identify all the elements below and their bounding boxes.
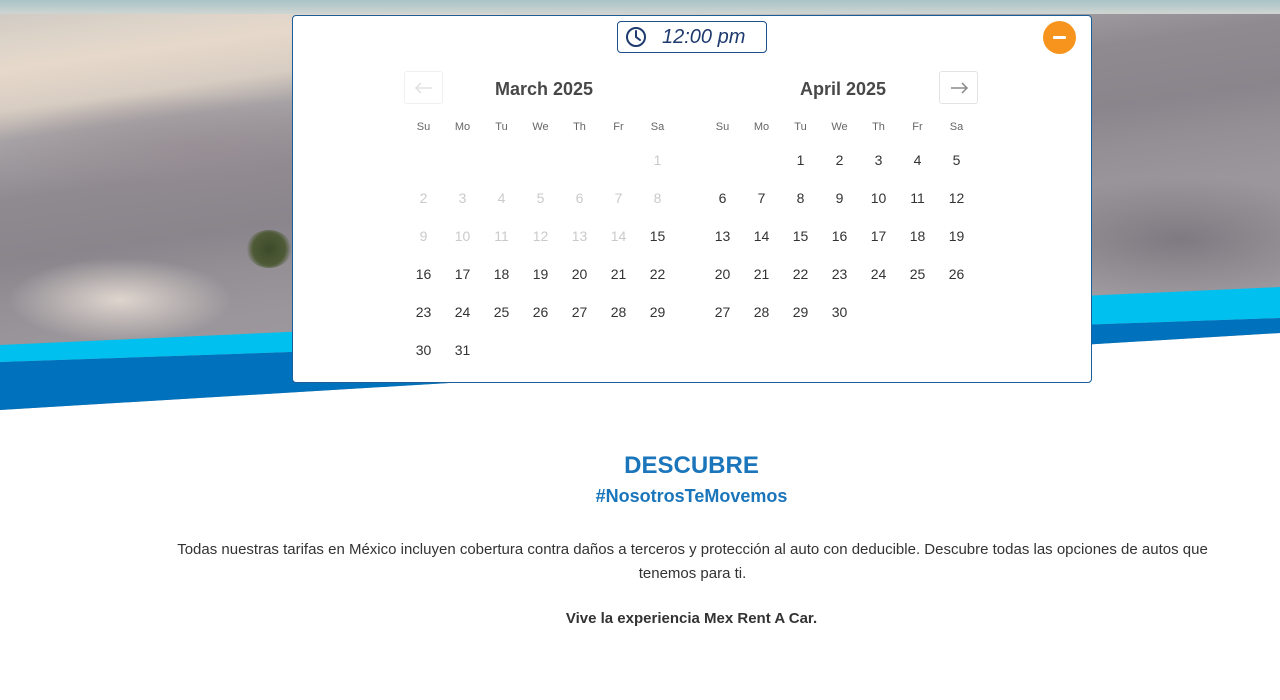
month-title: March 2025 — [494, 79, 594, 99]
calendar-day: 10 — [454, 228, 471, 244]
calendar-day[interactable]: 26 — [937, 255, 976, 293]
hashtag-row: #NosotrosTeMovemos — [0, 486, 1280, 507]
calendar-day[interactable]: 27 — [560, 293, 599, 331]
minus-icon — [1053, 36, 1066, 39]
date-picker-panel: 12:00 pm March 2025 Su Mo Tu We Th Fr Sa 12345… — [292, 15, 1092, 383]
calendar-day[interactable]: 28 — [742, 293, 781, 331]
calendar-day[interactable]: 10 — [859, 179, 898, 217]
calendar-day[interactable]: 24 — [443, 293, 482, 331]
calendar-day[interactable]: 31 — [443, 331, 482, 369]
calendar-day: 6 — [575, 190, 584, 206]
calendar-day[interactable]: 9 — [820, 179, 859, 217]
calendar-day: 3 — [458, 190, 467, 206]
calendar-day[interactable]: 3 — [859, 141, 898, 179]
weekday-label: Su — [416, 121, 431, 133]
weekday-label: Sa — [949, 121, 964, 133]
clock-icon — [626, 27, 646, 47]
calendar-day[interactable]: 25 — [898, 255, 937, 293]
section-tagline: Vive la experiencia Mex Rent A Car. — [565, 610, 818, 627]
calendar-day[interactable]: 5 — [937, 141, 976, 179]
calendar-day[interactable]: 29 — [638, 293, 677, 331]
calendar-day[interactable]: 18 — [482, 255, 521, 293]
calendar-day[interactable]: 23 — [404, 293, 443, 331]
calendar-day: 2 — [419, 190, 428, 206]
calendar-day[interactable]: 2 — [820, 141, 859, 179]
calendar-day[interactable]: 21 — [599, 255, 638, 293]
calendar-day[interactable]: 7 — [742, 179, 781, 217]
calendar-day[interactable]: 25 — [482, 293, 521, 331]
calendar-day[interactable]: 19 — [521, 255, 560, 293]
weekday-label: Fr — [912, 121, 923, 133]
calendar-day[interactable]: 17 — [859, 217, 898, 255]
month-march: March 2025 Su Mo Tu We Th Fr Sa 1 2 3 4 5 6 7 8 9 10 11 1… — [404, 76, 684, 358]
calendar-day[interactable]: 22 — [781, 255, 820, 293]
time-picker[interactable]: 12:00 pm — [617, 21, 767, 53]
calendar-day[interactable]: 23 — [820, 255, 859, 293]
calendar-day[interactable]: 14 — [742, 217, 781, 255]
calendar-day[interactable]: 20 — [560, 255, 599, 293]
calendar-day[interactable]: 29 — [781, 293, 820, 331]
calendar-day: 1 — [653, 152, 662, 168]
calendar-day: 8 — [653, 190, 662, 206]
calendar-day[interactable]: 18 — [898, 217, 937, 255]
weekday-label: Th — [872, 121, 885, 133]
calendar-day[interactable]: 20 — [703, 255, 742, 293]
calendar-day: 5 — [536, 190, 545, 206]
calendar-day[interactable]: 28 — [599, 293, 638, 331]
calendar-day: 7 — [614, 190, 623, 206]
calendar-day: 14 — [610, 228, 627, 244]
calendar-day: 11 — [494, 228, 509, 244]
calendar-day[interactable]: 24 — [859, 255, 898, 293]
calendar-day: 9 — [419, 228, 428, 244]
calendar-day[interactable]: 30 — [820, 293, 859, 331]
calendar-day[interactable]: 6 — [703, 179, 742, 217]
calendar-day[interactable]: 16 — [404, 255, 443, 293]
calendar-day[interactable]: 17 — [443, 255, 482, 293]
weekday-label: We — [831, 121, 848, 133]
calendar-day[interactable]: 26 — [521, 293, 560, 331]
calendar-day[interactable]: 19 — [937, 217, 976, 255]
section-body: Todas nuestras tarifas en México incluye… — [177, 541, 1208, 582]
calendar-day[interactable]: 15 — [638, 217, 677, 255]
calendar-day[interactable]: 16 — [820, 217, 859, 255]
month-april: April 2025 Su Mo Tu We Th Fr Sa 1 2 3 4 5 6 7 8 9 10 11 1… — [703, 76, 983, 320]
section-heading: DESCUBRE — [0, 452, 1280, 480]
weekday-label: Fr — [613, 121, 624, 133]
calendar-day[interactable]: 1 — [781, 141, 820, 179]
calendar-day[interactable]: 27 — [703, 293, 742, 331]
weekday-label: Tu — [794, 121, 807, 133]
time-value: 12:00 pm — [662, 26, 746, 48]
calendar-day: 12 — [532, 228, 549, 244]
tagline-row: Vive la experiencia Mex Rent A Car. — [0, 610, 1280, 628]
calendar-day[interactable]: 13 — [703, 217, 742, 255]
calendar-day[interactable]: 21 — [742, 255, 781, 293]
calendar-day[interactable]: 11 — [898, 179, 937, 217]
weekday-label: Mo — [753, 121, 770, 133]
weekday-label: Mo — [454, 121, 471, 133]
month-title: April 2025 — [799, 79, 887, 99]
calendar-day[interactable]: 4 — [898, 141, 937, 179]
calendar-day[interactable]: 15 — [781, 217, 820, 255]
calendar-day[interactable]: 12 — [937, 179, 976, 217]
calendar-day[interactable]: 30 — [404, 331, 443, 369]
section-title: DESCUBRE — [624, 452, 759, 479]
close-button[interactable] — [1043, 21, 1076, 54]
section-hashtag: #NosotrosTeMovemos — [595, 486, 788, 506]
calendar-day[interactable]: 22 — [638, 255, 677, 293]
weekday-label: Th — [573, 121, 586, 133]
calendar-day[interactable]: 8 — [781, 179, 820, 217]
weekday-label: We — [532, 121, 549, 133]
weekday-label: Tu — [495, 121, 508, 133]
weekday-label: Sa — [650, 121, 665, 133]
calendar-day: 4 — [497, 190, 506, 206]
weekday-label: Su — [715, 121, 730, 133]
calendar-day: 13 — [571, 228, 588, 244]
